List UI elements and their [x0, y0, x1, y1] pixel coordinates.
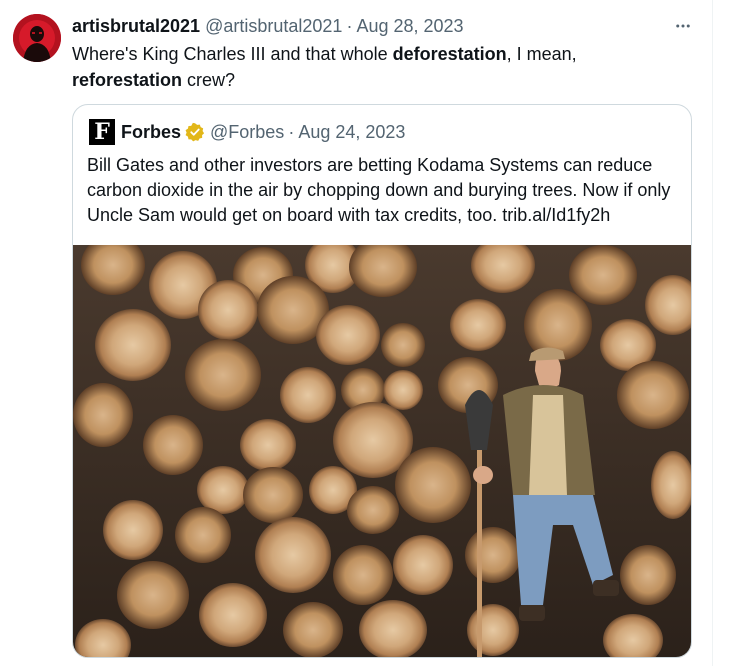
quoted-tweet-text: Bill Gates and other investors are betti… — [87, 155, 671, 225]
tweet-text-part2: , I mean, — [506, 44, 577, 64]
forbes-logo-avatar: F — [89, 119, 115, 145]
quoted-author-name: Forbes — [121, 121, 182, 142]
tweet-text: Where's King Charles III and that whole … — [72, 41, 682, 93]
tweet-header: artisbrutal2021 @artisbrutal2021 · Aug 2… — [72, 14, 702, 38]
header-separator: · — [346, 15, 353, 36]
tweet-text-bold1: deforestation — [392, 44, 507, 64]
tweet-text-part3: crew? — [182, 70, 236, 90]
quoted-tweet[interactable]: F Forbes @Forbes · Aug 24, 2023 Bill Gat… — [72, 104, 692, 658]
more-options-button[interactable] — [672, 14, 694, 38]
quoted-tweet-date: Aug 24, 2023 — [298, 121, 406, 142]
tweet-date[interactable]: Aug 28, 2023 — [356, 16, 463, 37]
tweet-text-bold2: reforestation — [72, 70, 183, 90]
author-name[interactable]: artisbrutal2021 — [72, 16, 200, 37]
more-horizontal-icon — [676, 24, 690, 28]
timeline-border — [712, 0, 713, 666]
quoted-tweet-header: F Forbes @Forbes · Aug 24, 2023 — [89, 119, 405, 145]
quoted-header-separator: · — [288, 121, 295, 142]
quoted-author-handle: @Forbes — [210, 121, 285, 142]
quoted-tweet-photo[interactable] — [73, 245, 692, 658]
verified-gold-badge-icon — [185, 122, 205, 142]
avatar-image — [13, 14, 61, 62]
author-handle[interactable]: @artisbrutal2021 — [205, 16, 342, 37]
avatar[interactable] — [13, 14, 61, 62]
tweet-text-part1: Where's King Charles III and that whole — [72, 44, 393, 64]
